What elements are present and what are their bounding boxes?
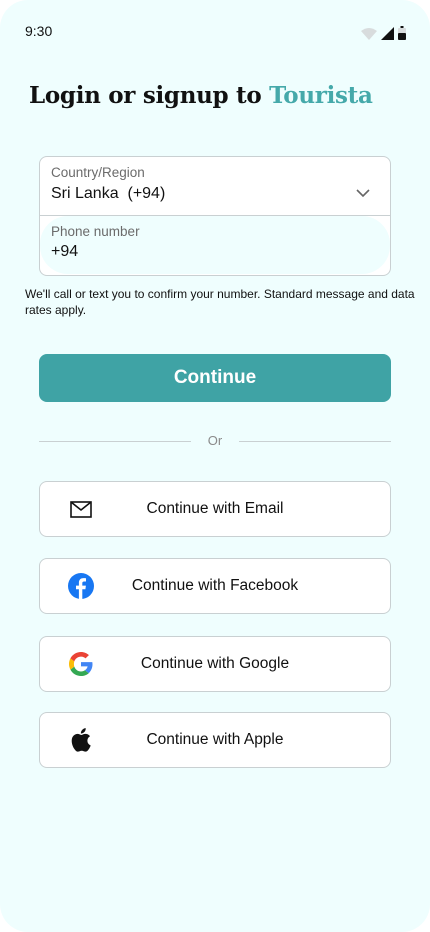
country-label: Country/Region <box>51 165 145 180</box>
facebook-icon <box>68 573 94 599</box>
chevron-down-icon[interactable] <box>356 185 370 203</box>
phone-form: Country/Region Sri Lanka (+94) Phone num… <box>39 156 391 276</box>
status-icons <box>361 26 406 45</box>
apple-button-label: Continue with Apple <box>146 731 284 748</box>
brand-name: Tourista <box>269 82 373 109</box>
continue-with-apple-button[interactable]: Continue with Apple <box>39 712 391 768</box>
continue-with-email-button[interactable]: Continue with Email <box>39 481 391 537</box>
divider-line-left <box>39 441 191 442</box>
title-prefix: Login or signup to <box>29 82 270 109</box>
signal-icon <box>381 27 394 45</box>
status-bar: 9:30 <box>0 0 430 60</box>
phone-number-input[interactable] <box>51 243 371 261</box>
continue-button[interactable]: Continue <box>39 354 391 402</box>
phone-number-field[interactable]: Phone number <box>40 216 390 274</box>
email-button-label: Continue with Email <box>146 500 284 517</box>
continue-with-facebook-button[interactable]: Continue with Facebook <box>39 558 391 614</box>
divider-line-right <box>239 441 391 442</box>
country-select[interactable]: Country/Region Sri Lanka (+94) <box>40 157 390 216</box>
country-value: Sri Lanka (+94) <box>51 185 166 202</box>
confirmation-note: We'll call or text you to confirm your n… <box>25 287 415 317</box>
facebook-button-label: Continue with Facebook <box>131 577 299 594</box>
page-title: Login or signup to Tourista <box>29 82 373 109</box>
status-time: 9:30 <box>25 23 53 39</box>
continue-with-google-button[interactable]: Continue with Google <box>39 636 391 692</box>
screen: 9:30 Login or signup to Tourista Country… <box>0 0 430 932</box>
battery-icon <box>398 26 406 45</box>
mail-icon <box>68 496 94 522</box>
google-button-label: Continue with Google <box>140 655 290 672</box>
google-icon <box>68 651 94 677</box>
divider-text: Or <box>207 433 223 448</box>
wifi-icon <box>361 27 377 45</box>
phone-label: Phone number <box>51 224 140 239</box>
apple-icon <box>68 727 94 753</box>
